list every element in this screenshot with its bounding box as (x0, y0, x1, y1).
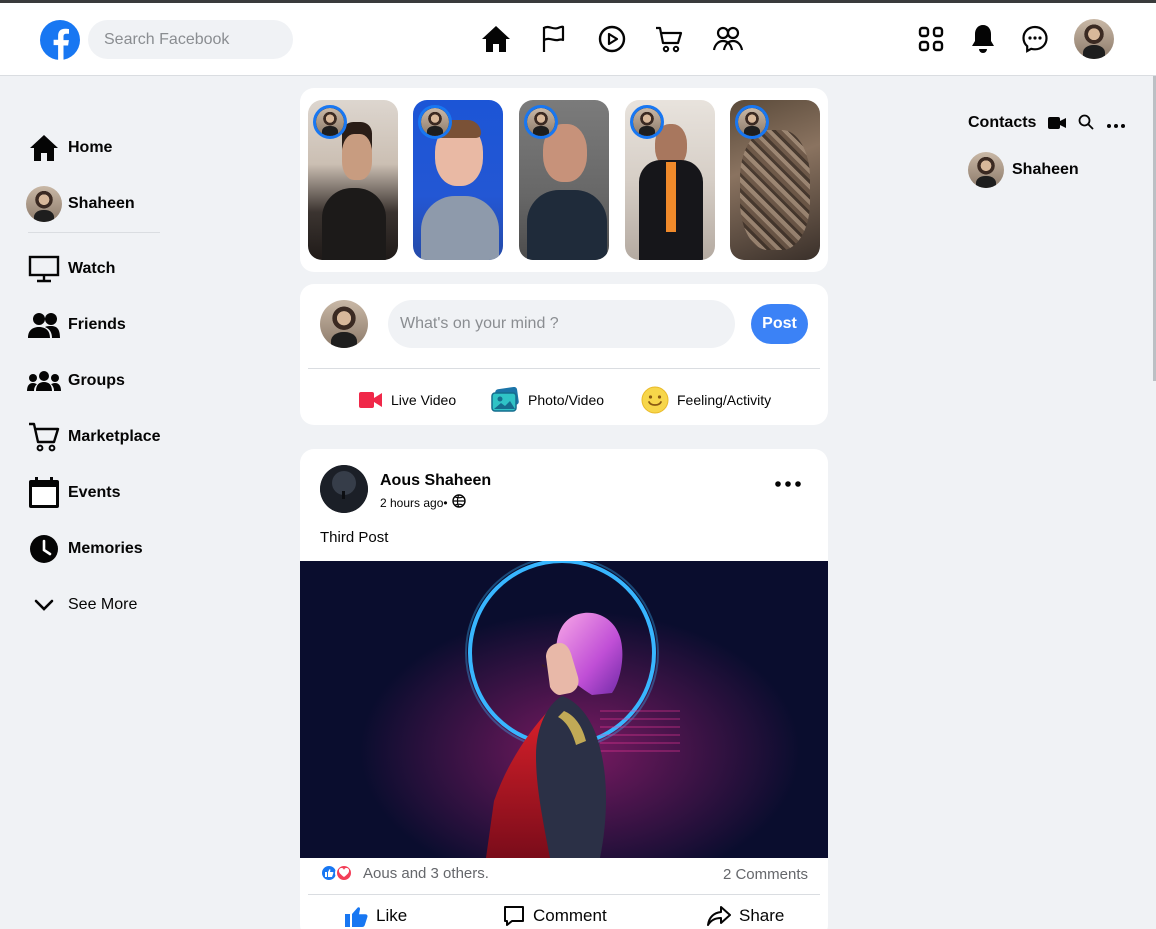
sidebar-item-label: See More (68, 596, 138, 613)
like-label: Like (376, 906, 408, 925)
groups-icon[interactable] (712, 23, 744, 55)
messenger-icon[interactable] (1018, 19, 1052, 59)
feeling-activity-label: Feeling/Activity (677, 392, 772, 408)
contacts-title: Contacts (968, 114, 1037, 131)
watch-icon[interactable] (596, 23, 628, 55)
reactions-text: Aous and 3 others. (363, 864, 489, 882)
contact-item[interactable]: Shaheen (968, 152, 1079, 188)
monitor-icon (26, 251, 62, 287)
sidebar-item-memories[interactable]: Memories (26, 521, 226, 577)
facebook-logo-icon[interactable] (40, 20, 80, 60)
left-sidebar: Home Shaheen Watch Friends Groups Market… (26, 120, 226, 633)
clock-icon (26, 531, 62, 567)
live-video-label: Live Video (391, 392, 457, 408)
share-icon (707, 906, 731, 926)
post-divider (308, 894, 820, 895)
post-author-avatar[interactable] (320, 465, 368, 513)
stories-tray (300, 88, 828, 272)
story-card[interactable] (413, 100, 503, 260)
globe-icon (451, 494, 466, 511)
live-video-button[interactable]: Live Video (359, 384, 456, 416)
post-image[interactable] (300, 561, 828, 858)
comment-label: Comment (533, 906, 607, 925)
share-button[interactable]: Share (707, 905, 784, 927)
sidebar-item-home[interactable]: Home (26, 120, 226, 176)
sidebar-divider (28, 232, 160, 233)
notifications-icon[interactable] (966, 19, 1000, 59)
sidebar-item-label: Watch (68, 260, 116, 277)
more-options-icon[interactable] (774, 475, 802, 493)
story-card[interactable] (519, 100, 609, 260)
top-navbar (0, 3, 1156, 76)
share-label: Share (739, 906, 785, 925)
story-avatar (630, 105, 664, 139)
post-text: Third Post (320, 529, 389, 546)
post-composer: Post Live Video Photo/Video Feeling/Acti… (300, 284, 828, 425)
sidebar-item-label: Groups (68, 372, 125, 389)
feeling-activity-button[interactable]: Feeling/Activity (641, 384, 771, 416)
header-actions (914, 19, 1114, 59)
sidebar-item-label: Friends (68, 316, 126, 333)
photo-video-button[interactable]: Photo/Video (490, 384, 604, 416)
video-call-icon[interactable] (1048, 116, 1066, 134)
marketplace-icon[interactable] (654, 23, 686, 55)
story-avatar (418, 105, 452, 139)
sidebar-item-friends[interactable]: Friends (26, 297, 226, 353)
contacts-toolbar (1048, 114, 1126, 135)
composer-input[interactable] (388, 300, 735, 348)
sidebar-item-label: Shaheen (68, 195, 135, 212)
sidebar-see-more[interactable]: See More (26, 577, 226, 633)
sidebar-item-label: Home (68, 139, 113, 156)
contact-avatar (968, 152, 1004, 188)
friends-icon (26, 307, 62, 343)
composer-divider (308, 368, 820, 369)
post-meta: 2 hours ago• (380, 494, 466, 511)
sidebar-item-events[interactable]: Events (26, 465, 226, 521)
story-card[interactable] (625, 100, 715, 260)
sidebar-item-label: Events (68, 484, 121, 501)
story-card[interactable] (730, 100, 820, 260)
comment-icon (503, 905, 525, 927)
avatar (26, 186, 62, 222)
reactions-summary[interactable]: Aous and 3 others. (320, 864, 489, 882)
smiley-icon (641, 386, 669, 414)
profile-avatar[interactable] (1074, 19, 1114, 59)
chevron-down-icon (26, 587, 62, 623)
search-input[interactable] (88, 20, 293, 59)
feed-post: Aous Shaheen 2 hours ago• Third Post Aou… (300, 449, 828, 929)
story-card[interactable] (308, 100, 398, 260)
search-icon[interactable] (1078, 114, 1094, 135)
main-nav (480, 23, 744, 55)
video-camera-icon (359, 391, 383, 409)
post-timestamp[interactable]: 2 hours ago• (380, 496, 448, 510)
story-avatar (735, 105, 769, 139)
sidebar-item-label: Memories (68, 540, 143, 557)
comments-count[interactable]: 2 Comments (723, 866, 808, 883)
sidebar-item-label: Marketplace (68, 428, 161, 445)
menu-grid-icon[interactable] (914, 19, 948, 59)
story-avatar (313, 105, 347, 139)
comment-button[interactable]: Comment (503, 905, 607, 927)
love-reaction-icon (335, 864, 353, 882)
sidebar-item-marketplace[interactable]: Marketplace (26, 409, 226, 465)
contact-name: Shaheen (1012, 161, 1079, 178)
photo-video-label: Photo/Video (528, 392, 605, 408)
thumbs-up-icon (344, 905, 368, 927)
sidebar-item-groups[interactable]: Groups (26, 353, 226, 409)
more-options-icon[interactable] (1106, 116, 1126, 134)
sidebar-item-profile[interactable]: Shaheen (26, 176, 226, 232)
groups-icon (26, 363, 62, 399)
home-icon (26, 130, 62, 166)
composer-avatar[interactable] (320, 300, 368, 348)
home-icon[interactable] (480, 23, 512, 55)
sidebar-item-watch[interactable]: Watch (26, 241, 226, 297)
photo-icon (490, 387, 520, 413)
calendar-icon (26, 475, 62, 511)
cart-icon (26, 419, 62, 455)
story-avatar (524, 105, 558, 139)
like-button[interactable]: Like (344, 905, 407, 927)
flag-icon[interactable] (538, 23, 570, 55)
post-button[interactable]: Post (751, 304, 808, 344)
post-author-name[interactable]: Aous Shaheen (380, 472, 491, 490)
